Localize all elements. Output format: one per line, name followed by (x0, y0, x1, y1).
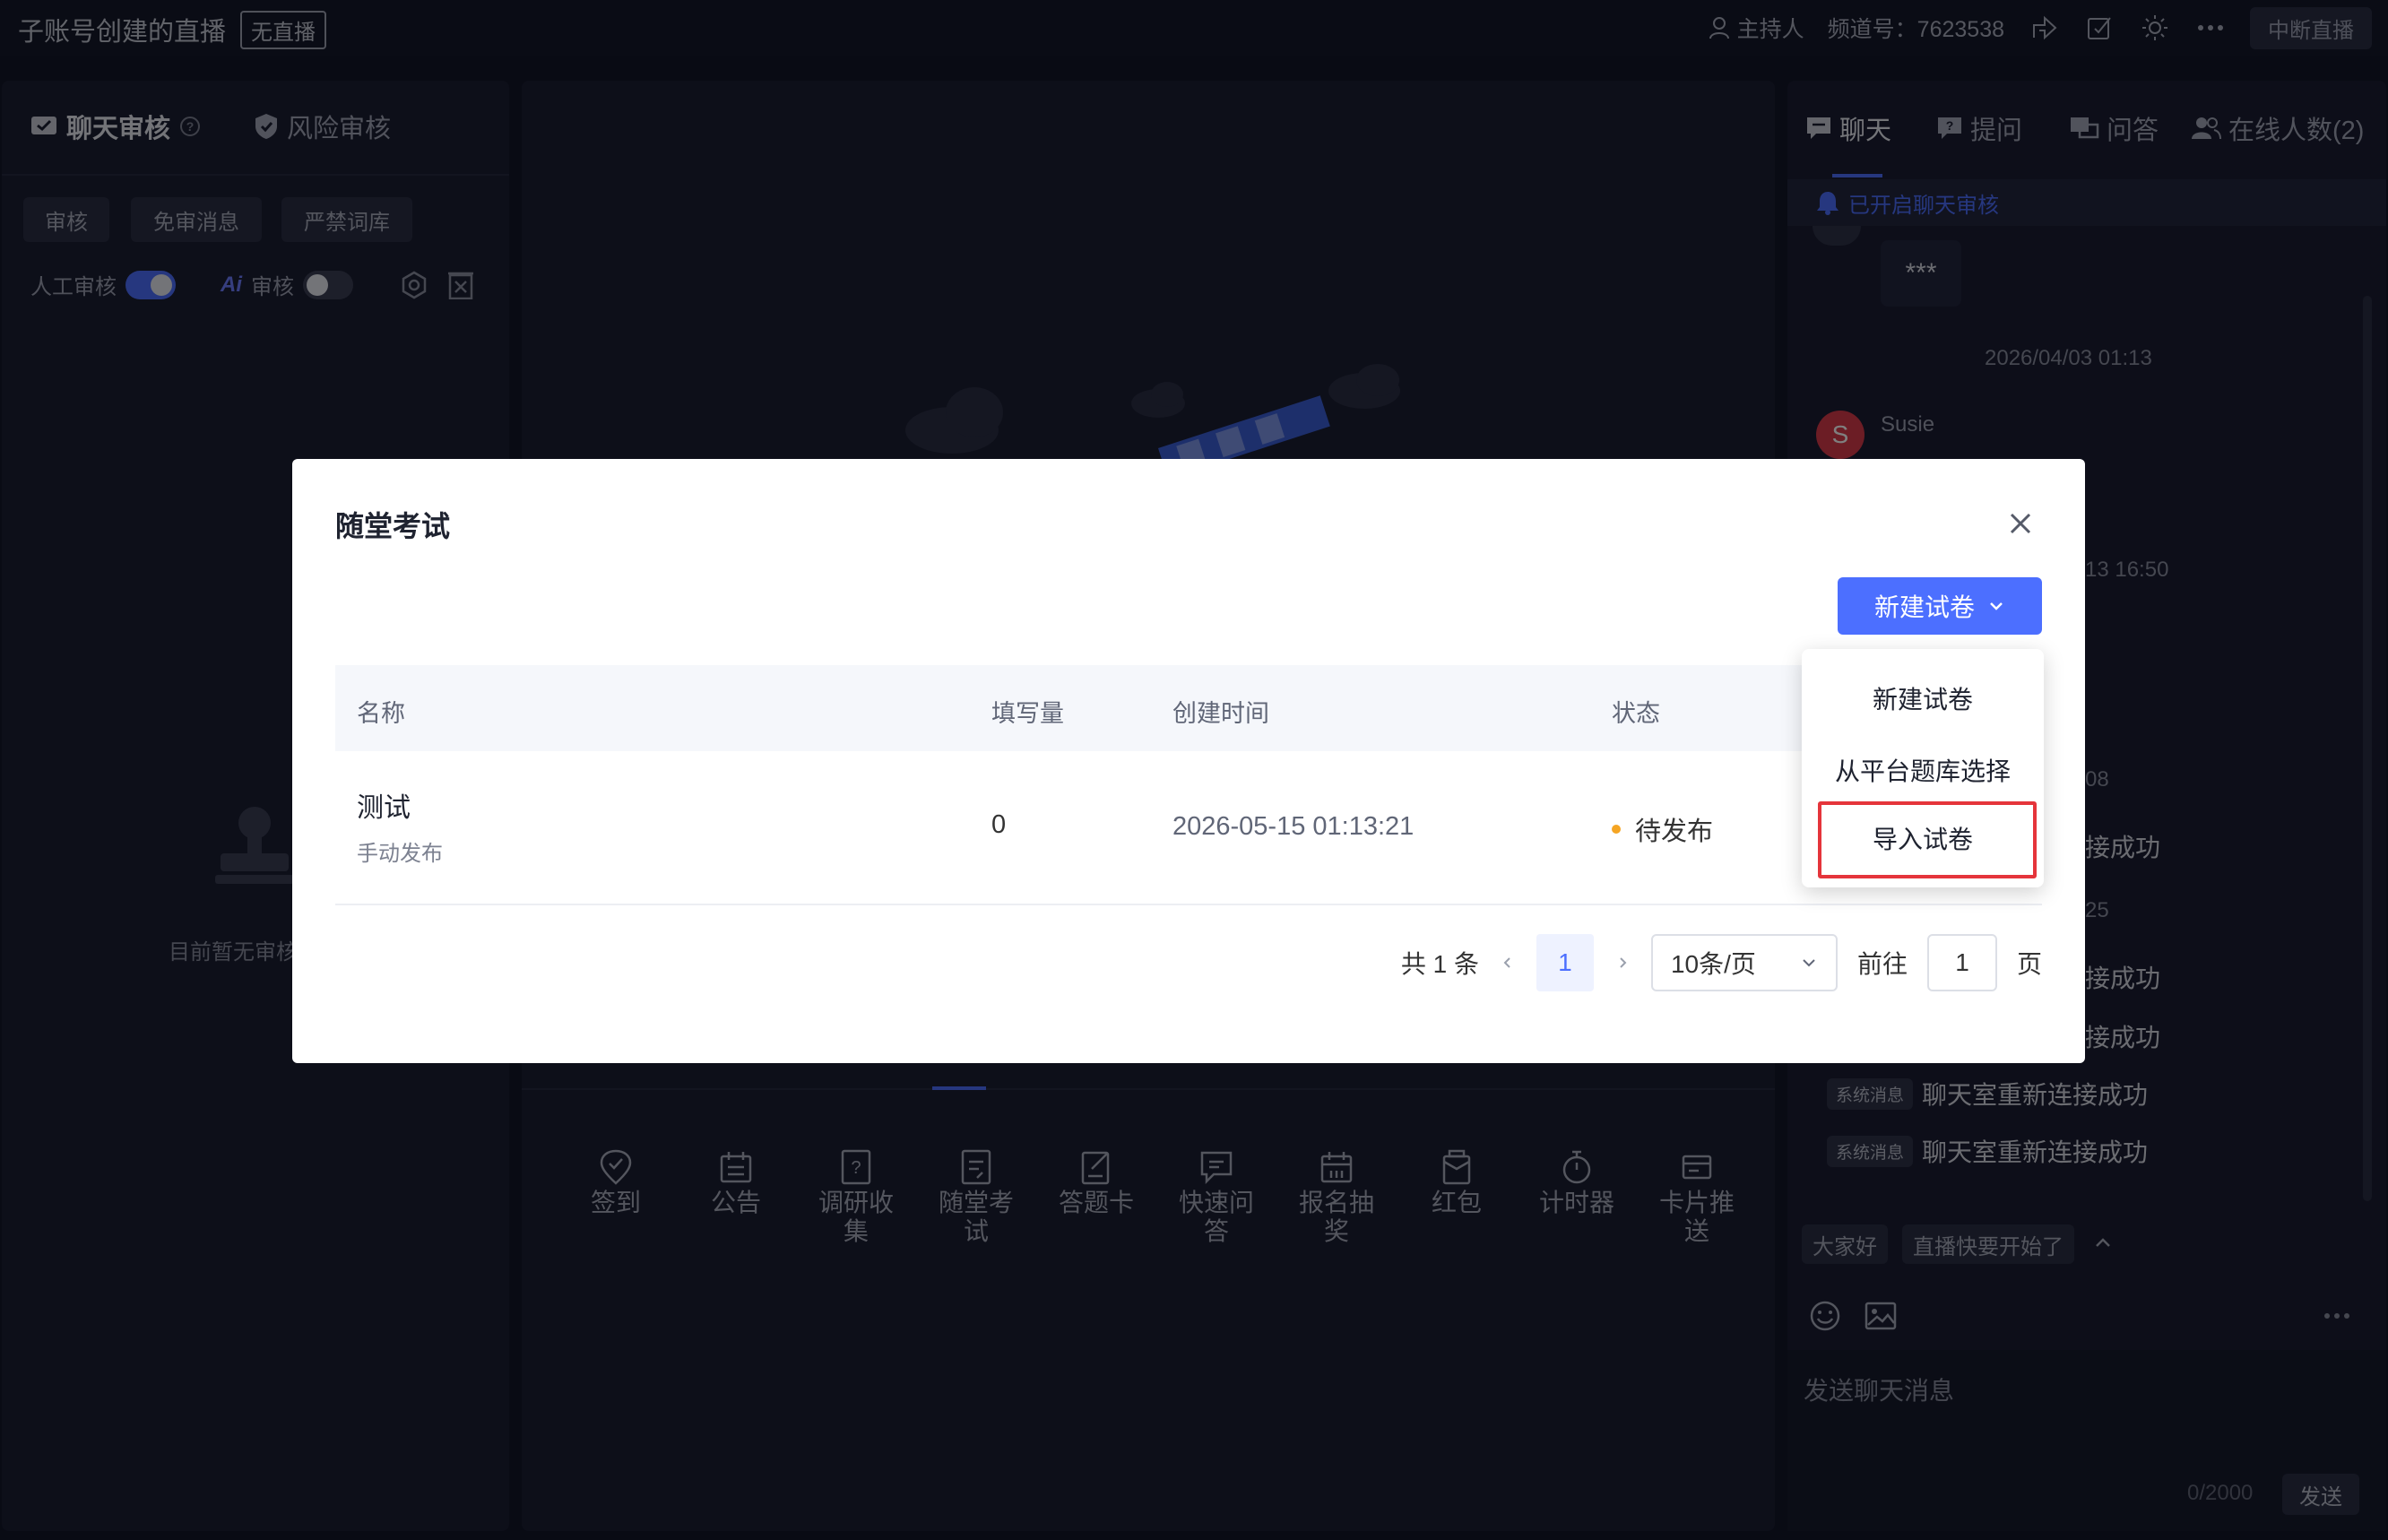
menu-item-new-exam[interactable]: 新建试卷 (1802, 663, 2044, 733)
page-unit: 页 (2016, 950, 2042, 978)
column-header-count: 填写量 (991, 700, 1064, 727)
status-badge: 待发布 (1612, 810, 1713, 848)
publish-mode: 手动发布 (357, 842, 443, 866)
exam-table: 名称 填写量 创建时间 状态 测试 手动发布 0 2026-05-15 01:1… (335, 665, 2042, 905)
new-exam-button[interactable]: 新建试卷 (1838, 577, 2042, 635)
chevron-down-icon (1990, 602, 2003, 610)
table-row[interactable]: 测试 手动发布 0 2026-05-15 01:13:21 待发布 (335, 751, 2042, 905)
goto-page-input[interactable]: 1 (1926, 934, 1997, 991)
exam-name: 测试 (357, 793, 411, 823)
prev-page-icon[interactable] (1499, 954, 1517, 972)
column-header-name: 名称 (357, 700, 405, 727)
table-header: 名称 填写量 创建时间 状态 (335, 665, 2042, 751)
close-icon[interactable] (2003, 506, 2038, 541)
next-page-icon[interactable] (1614, 954, 1631, 972)
status-text: 待发布 (1635, 818, 1714, 846)
page-size-select[interactable]: 10条/页 (1650, 934, 1838, 991)
page-number[interactable]: 1 (1536, 934, 1594, 991)
new-exam-button-label: 新建试卷 (1873, 593, 1975, 621)
column-header-created: 创建时间 (1172, 700, 1269, 727)
highlight-box (1818, 801, 2037, 878)
pagination: 共 1 条 1 10条/页 前往 1 页 (1401, 934, 2042, 991)
page-size-value: 10条/页 (1670, 950, 1756, 978)
modal-title: 随堂考试 (335, 510, 451, 542)
total-count: 共 1 条 (1400, 950, 1479, 978)
chevron-down-icon (1803, 959, 1815, 967)
goto-label: 前往 (1856, 950, 1908, 978)
column-header-status: 状态 (1612, 700, 1660, 727)
status-dot-icon (1612, 825, 1621, 834)
created-time: 2026-05-15 01:13:21 (1172, 812, 1415, 841)
fill-count: 0 (991, 810, 1007, 839)
menu-item-from-bank[interactable]: 从平台题库选择 (1802, 735, 2044, 805)
